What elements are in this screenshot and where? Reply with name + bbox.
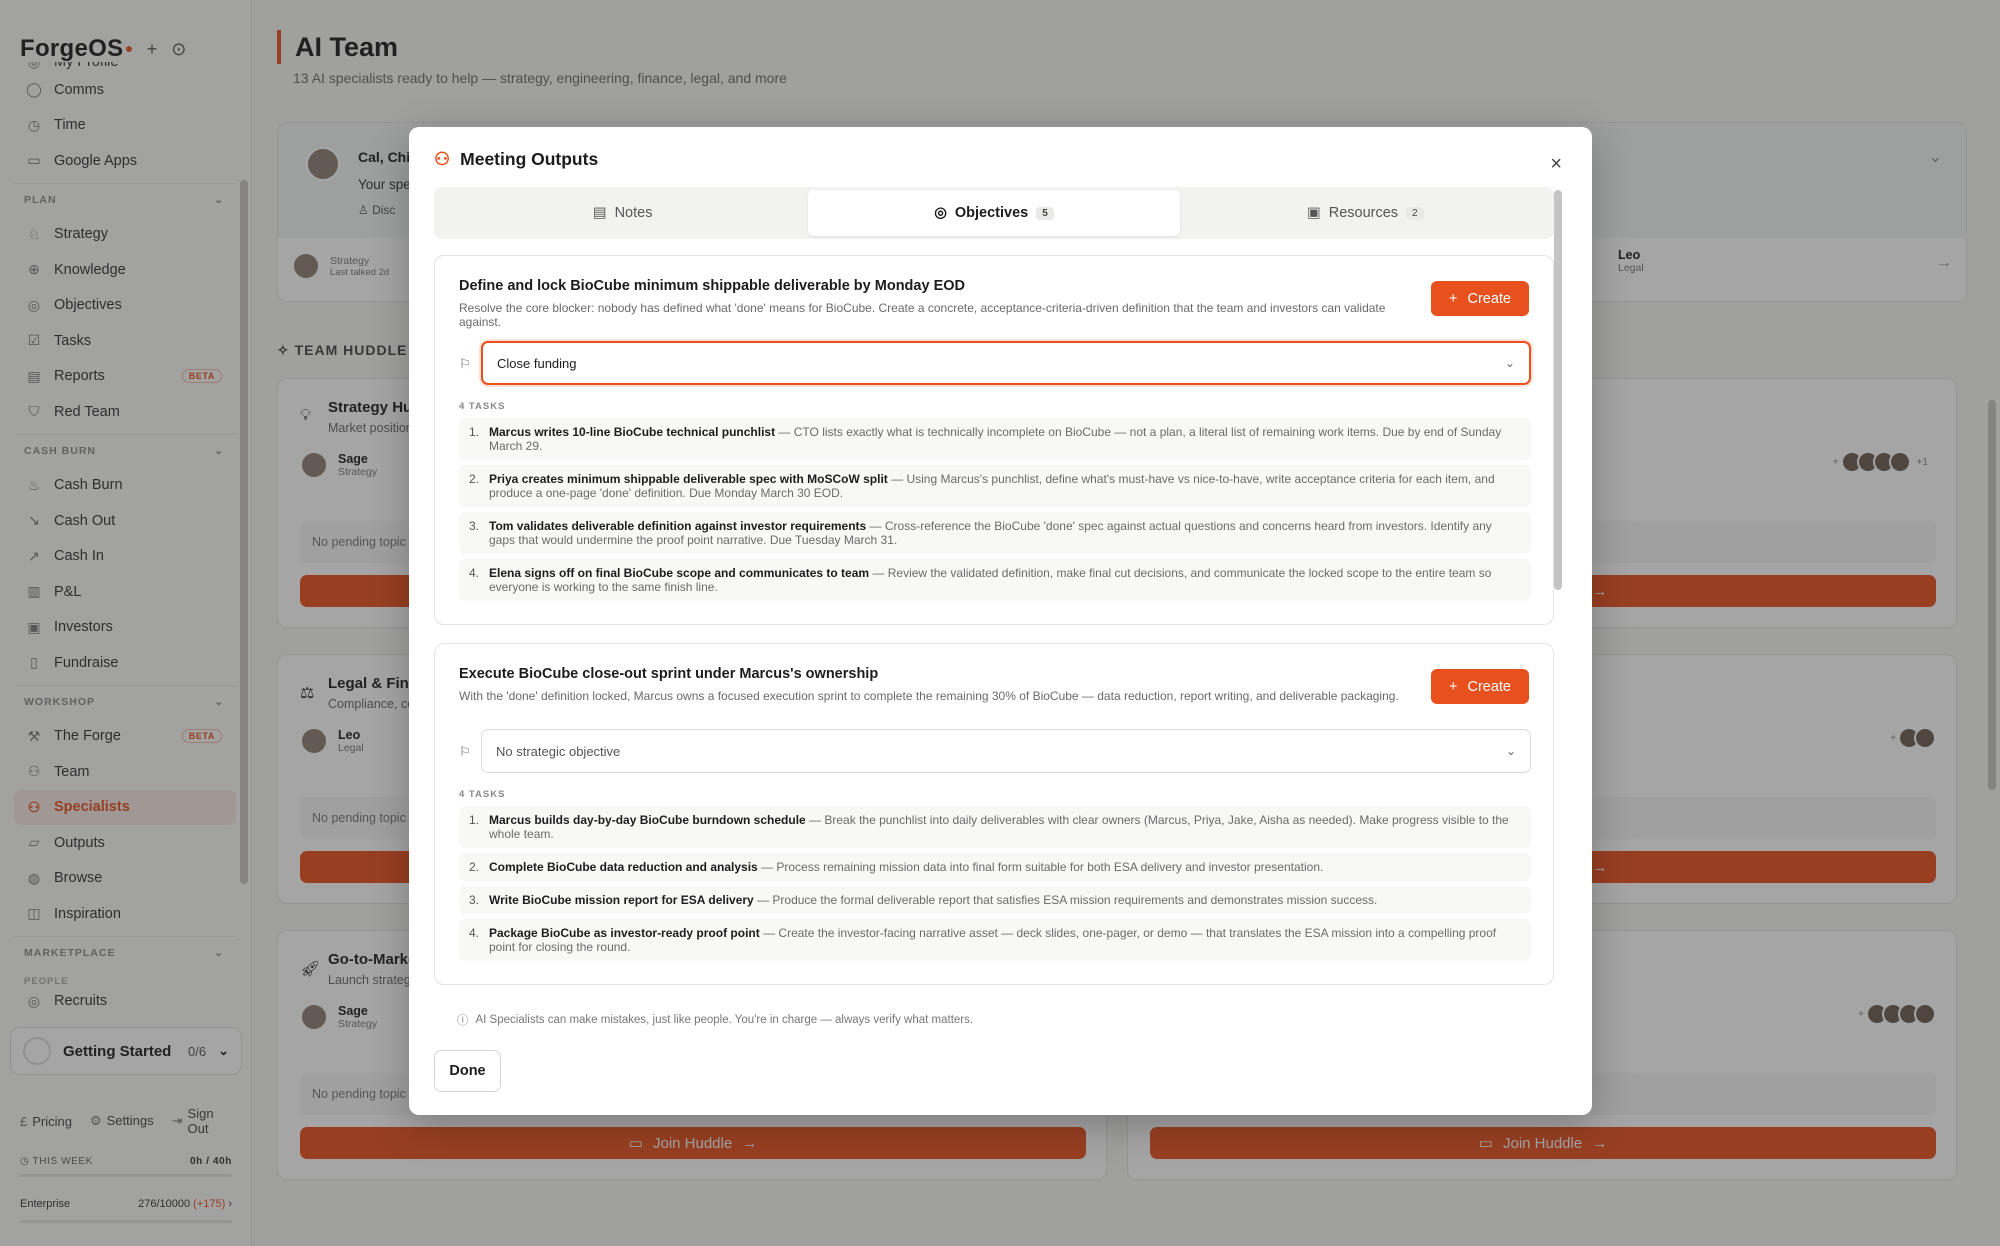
count-badge: 5: [1036, 206, 1054, 220]
task-item: 4. Elena signs off on final BioCube scope…: [459, 559, 1531, 601]
close-icon[interactable]: ×: [1550, 153, 1562, 176]
objective-title: Define and lock BioCube minimum shippabl…: [459, 278, 965, 294]
count-badge: 2: [1406, 206, 1424, 220]
objective-card: Execute BioCube close-out sprint under M…: [434, 643, 1554, 985]
objective-description: Resolve the core blocker: nobody has def…: [459, 301, 1386, 329]
objective-card: Define and lock BioCube minimum shippabl…: [434, 255, 1554, 625]
box-icon: ▣: [1307, 205, 1321, 221]
users-icon: ⚇: [434, 149, 451, 169]
task-item: 4. Package BioCube as investor-ready proo…: [459, 919, 1531, 961]
objectives-list: Define and lock BioCube minimum shippabl…: [434, 255, 1571, 1007]
objective-title: Execute BioCube close-out sprint under M…: [459, 666, 879, 682]
plus-icon: +: [1449, 290, 1458, 307]
done-button[interactable]: Done: [434, 1050, 501, 1092]
task-item: 3. Tom validates deliverable definition a…: [459, 512, 1531, 554]
plus-icon: +: [1449, 678, 1458, 695]
meeting-outputs-modal: ⚇ Meeting Outputs × ▤ Notes ◎ Objectives 5 ▣…: [409, 127, 1592, 1115]
tab-resources[interactable]: ▣ Resources 2: [1180, 190, 1551, 236]
modal-title: Meeting Outputs: [460, 149, 599, 169]
task-item: 3. Write BioCube mission report for ESA d…: [459, 886, 1531, 914]
create-button[interactable]: + Create: [1431, 281, 1529, 316]
chevron-down-icon: ⌄: [1504, 356, 1515, 370]
tasks-count: 4 TASKS: [459, 789, 506, 800]
task-item: 2. Priya creates minimum shippable delive…: [459, 465, 1531, 507]
flag-icon: ⚐: [459, 356, 471, 371]
tasks-count: 4 TASKS: [459, 401, 506, 412]
strategic-objective-select[interactable]: Close funding ⌄: [481, 341, 1531, 385]
info-icon: ⓘ: [457, 1015, 469, 1027]
target-icon: ◎: [934, 205, 947, 221]
flag-icon: ⚐: [459, 744, 471, 759]
objective-description: With the 'done' definition locked, Marcu…: [459, 689, 1399, 703]
modal-header: ⚇ Meeting Outputs: [434, 149, 598, 170]
tab-objectives[interactable]: ◎ Objectives 5: [808, 190, 1180, 236]
create-button[interactable]: + Create: [1431, 669, 1529, 704]
strategic-objective-select[interactable]: No strategic objective ⌄: [481, 729, 1531, 773]
task-item: 1. Marcus builds day-by-day BioCube burnd…: [459, 806, 1531, 848]
tab-notes[interactable]: ▤ Notes: [437, 190, 808, 236]
modal-tabs: ▤ Notes ◎ Objectives 5 ▣ Resources 2: [434, 187, 1554, 239]
notes-icon: ▤: [592, 205, 607, 221]
task-item: 2. Complete BioCube data reduction and an…: [459, 853, 1531, 881]
task-item: 1. Marcus writes 10-line BioCube technica…: [459, 418, 1531, 460]
chevron-down-icon: ⌄: [1505, 744, 1516, 758]
ai-disclaimer: ⓘ AI Specialists can make mistakes, just …: [457, 1014, 974, 1027]
